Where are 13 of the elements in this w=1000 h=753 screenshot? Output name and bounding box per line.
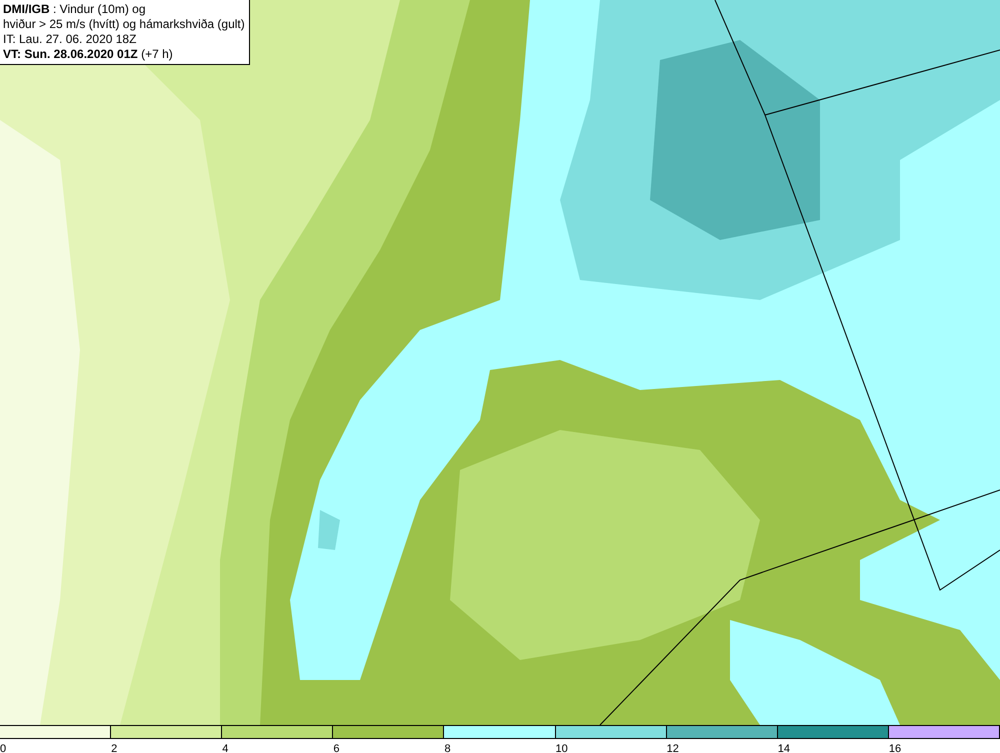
scale-label: 0	[0, 743, 6, 753]
title-line: VT: Sun. 28.06.2020 01Z (+7 h)	[3, 47, 174, 62]
scale-label: 2	[111, 743, 118, 753]
title-line: IT: Lau. 27. 06. 2020 18Z	[3, 32, 138, 47]
scale-label: 12	[666, 743, 679, 753]
title-line: hviður > 25 m/s (hvítt) og hámarkshviða (gult)	[3, 17, 245, 32]
scale-label: 4	[222, 743, 228, 753]
scale-label: 16	[888, 743, 902, 753]
scale-label: 14	[778, 743, 790, 753]
scale-label: 8	[444, 743, 451, 753]
scale-label: 10	[556, 743, 568, 753]
title-line: DMI/IGB : Vindur (10m) og	[3, 2, 146, 17]
scale-label: 6	[333, 743, 340, 753]
